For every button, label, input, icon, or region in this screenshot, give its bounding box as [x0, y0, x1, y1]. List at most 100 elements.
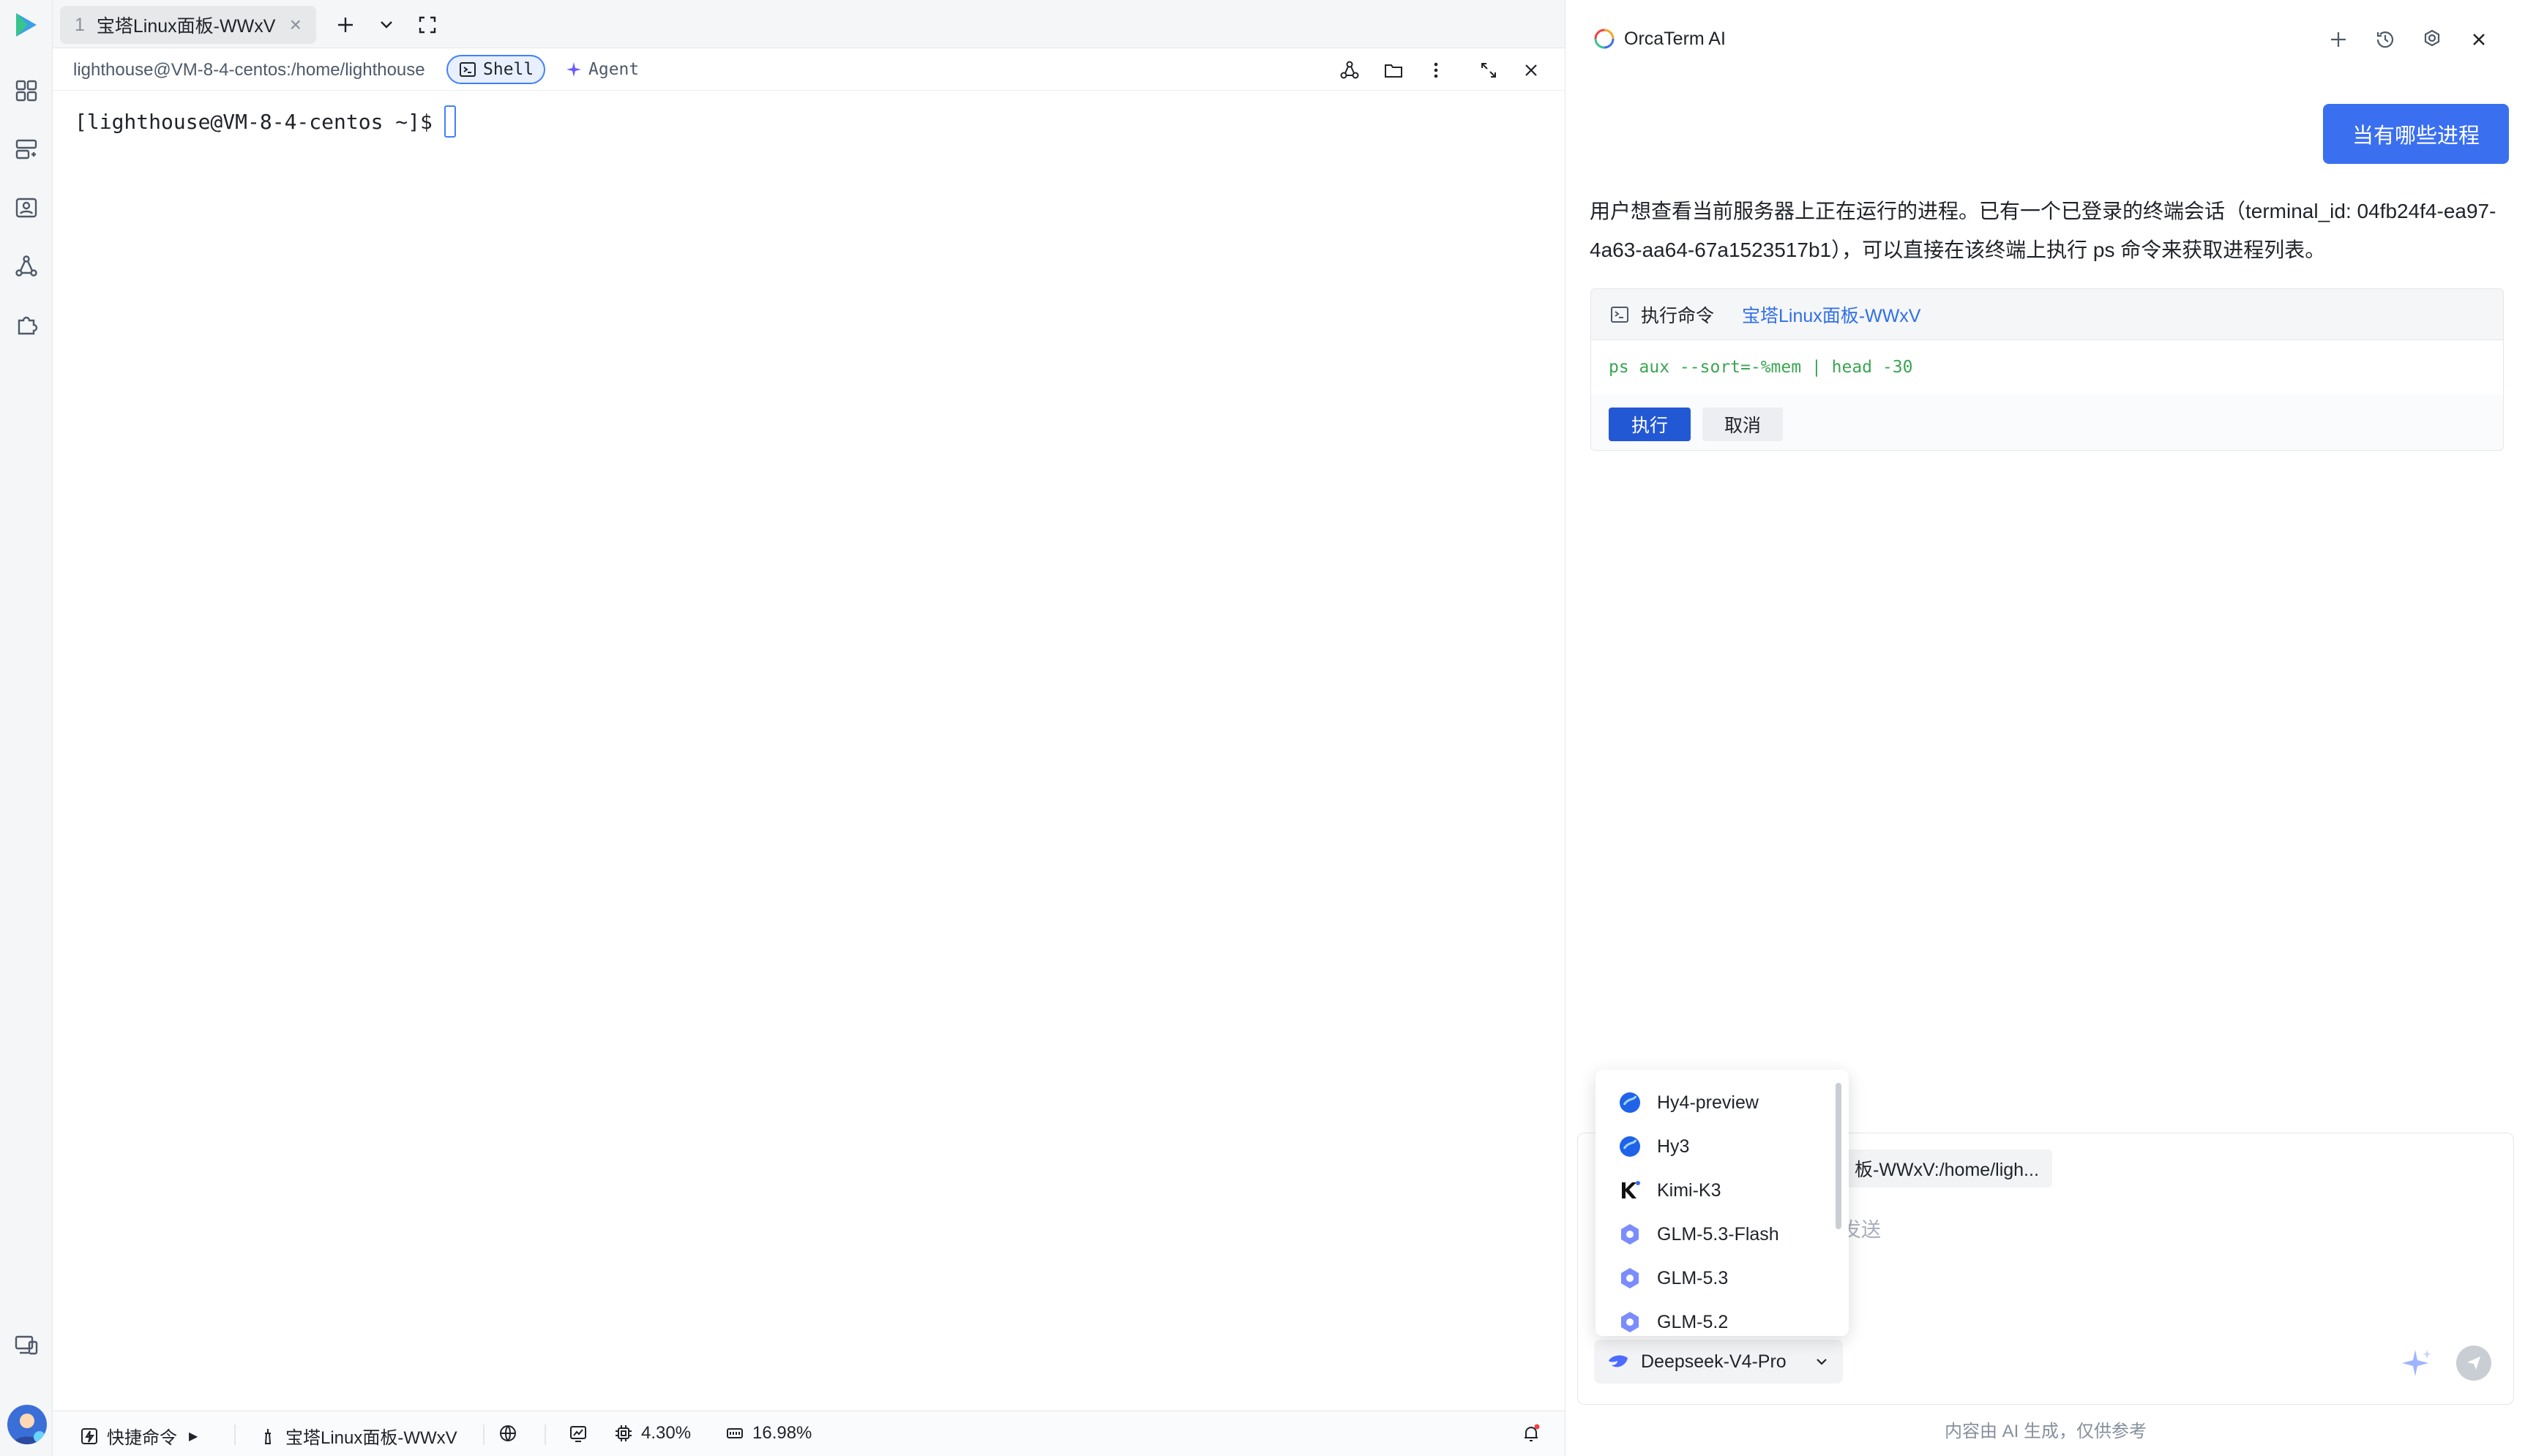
cancel-button[interactable]: 取消: [1702, 408, 1783, 441]
command-code: ps aux --sort=-%mem | head -30: [1591, 340, 2503, 394]
host-label: 宝塔Linux面板-WWxV: [285, 1428, 457, 1448]
terminal-cursor: [444, 105, 456, 138]
terminal-tab[interactable]: 1 宝塔Linux面板-WWxV ×: [60, 6, 316, 44]
bell-icon: [1525, 1424, 1540, 1441]
model-option-label: GLM-5.3-Flash: [1657, 1223, 1779, 1245]
session-toolbar: lighthouse@VM-8-4-centos:/home/lighthous…: [53, 48, 1565, 91]
share-icon[interactable]: [1335, 56, 1364, 85]
divider: [483, 1425, 485, 1445]
shell-label: Shell: [483, 60, 534, 79]
close-icon[interactable]: ×: [290, 13, 302, 37]
close-icon[interactable]: [2464, 25, 2494, 54]
agent-label: Agent: [588, 60, 640, 79]
tab-label: 宝塔Linux面板-WWxV: [96, 16, 276, 37]
host-indicator[interactable]: 宝塔Linux面板-WWxV: [258, 1423, 457, 1449]
deepseek-icon: [1609, 1355, 1628, 1367]
run-button[interactable]: 执行: [1609, 408, 1691, 441]
tab-bar: 1 宝塔Linux面板-WWxV ×: [53, 0, 1565, 48]
monitor-chart-icon[interactable]: [568, 1423, 588, 1444]
quick-commands-label: 快捷命令: [107, 1428, 177, 1448]
sparkle-icon[interactable]: [2399, 1346, 2434, 1381]
memory-indicator[interactable]: 16.98%: [725, 1423, 812, 1444]
command-card-header: 执行命令 宝塔Linux面板-WWxV: [1591, 289, 2503, 340]
chevron-down-icon: [1817, 1359, 1827, 1365]
model-option[interactable]: Hy3: [1617, 1128, 1689, 1165]
settings-icon[interactable]: [2417, 25, 2447, 54]
close-icon[interactable]: [1516, 56, 1546, 85]
left-rail: [0, 0, 53, 1456]
terminal-icon: [1611, 306, 1628, 323]
sparkle-icon: [566, 62, 581, 77]
kimi-icon: [1617, 1178, 1642, 1203]
dashboard-icon[interactable]: [10, 75, 42, 107]
glm-icon: [1617, 1310, 1642, 1335]
send-button[interactable]: [2456, 1346, 2491, 1381]
model-option-label: Kimi-K3: [1657, 1179, 1721, 1201]
cpu-indicator[interactable]: 4.30%: [613, 1423, 691, 1444]
fullscreen-icon[interactable]: [411, 9, 444, 41]
cpu-value: 4.30%: [641, 1423, 692, 1443]
divider: [545, 1425, 546, 1445]
glm-icon: [1617, 1222, 1642, 1247]
server-list-icon[interactable]: [10, 133, 42, 165]
session-path: lighthouse@VM-8-4-centos:/home/lighthous…: [73, 60, 425, 80]
lightning-icon: [81, 1427, 97, 1444]
user-message: 当有哪些进程: [2323, 104, 2510, 164]
ai-response: 用户想查看当前服务器上正在运行的进程。已有一个已登录的终端会话（terminal…: [1590, 200, 2496, 261]
model-option-label: GLM-5.3: [1657, 1267, 1729, 1288]
send-icon: [2467, 1356, 2480, 1370]
cpu-icon: [616, 1425, 632, 1441]
lighthouse-icon: [264, 1428, 272, 1444]
terminal-area[interactable]: [lighthouse@VM-8-4-centos ~]$: [53, 91, 1565, 1411]
globe-icon[interactable]: [498, 1423, 518, 1444]
panel-title: OrcaTerm AI: [1593, 28, 1726, 50]
orcaterm-logo-icon: [1594, 29, 1615, 49]
command-actions: 执行 取消: [1609, 408, 1783, 441]
avatar[interactable]: [7, 1405, 47, 1444]
agent-mode-button[interactable]: Agent: [565, 55, 639, 84]
quick-commands-button[interactable]: 快捷命令 ▶: [79, 1423, 198, 1449]
new-chat-icon[interactable]: [2324, 25, 2353, 54]
model-option[interactable]: GLM-5.3-Flash: [1617, 1216, 1779, 1253]
model-option[interactable]: GLM-5.2: [1617, 1304, 1728, 1336]
storage-icon[interactable]: [10, 192, 42, 224]
terminal-prompt: [lighthouse@VM-8-4-centos ~]$: [75, 105, 456, 138]
device-icon[interactable]: [10, 1329, 42, 1361]
disclaimer: 内容由 AI 生成，仅供参考: [1944, 1422, 2147, 1441]
tab-number: 1: [75, 14, 85, 35]
chevron-down-icon[interactable]: [370, 9, 403, 41]
model-option[interactable]: Hy4-preview: [1617, 1084, 1759, 1121]
model-option-label: GLM-5.2: [1657, 1311, 1729, 1332]
more-icon[interactable]: [1421, 56, 1451, 85]
dropdown-scrollbar[interactable]: [1836, 1083, 1841, 1229]
command-card: 执行命令 宝塔Linux面板-WWxV ps aux --sort=-%mem …: [1590, 288, 2504, 451]
app-logo-icon: [10, 9, 42, 41]
panel-header: OrcaTerm AI: [1566, 0, 2525, 79]
model-option-label: Hy4-preview: [1657, 1092, 1759, 1113]
shell-mode-button[interactable]: Shell: [446, 55, 546, 84]
model-option[interactable]: GLM-5.3: [1617, 1260, 1728, 1296]
context-chip[interactable]: 板-WWxV:/home/ligh...: [1841, 1149, 2052, 1187]
history-icon[interactable]: [2371, 25, 2400, 54]
terminal-icon: [460, 62, 476, 77]
panel-title-text: OrcaTerm AI: [1624, 28, 1726, 49]
model-option-label: Hy3: [1657, 1136, 1690, 1157]
memory-icon: [727, 1428, 743, 1438]
status-bar: 快捷命令 ▶ 宝塔Linux面板-WWxV 4.30% 16.98%: [53, 1411, 1565, 1456]
plugin-icon[interactable]: [10, 309, 42, 341]
memory-value: 16.98%: [752, 1423, 812, 1443]
expand-icon[interactable]: [1474, 56, 1503, 85]
caret-right-icon: ▶: [189, 1430, 198, 1443]
model-select[interactable]: Deepseek-V4-Pro: [1594, 1340, 1843, 1384]
prompt-text: [lighthouse@VM-8-4-centos ~]$: [75, 109, 433, 134]
divider: [234, 1425, 236, 1445]
hunyuan-icon: [1617, 1090, 1642, 1115]
add-tab-icon[interactable]: [329, 9, 362, 41]
notification-bell[interactable]: [1521, 1423, 1541, 1444]
command-card-host-link[interactable]: 宝塔Linux面板-WWxV: [1742, 301, 1920, 328]
folder-icon[interactable]: [1379, 56, 1408, 85]
network-icon[interactable]: [10, 250, 42, 282]
model-dropdown: Hy4-preview Hy3 Kimi-K3 GLM-5.3-Flash GL…: [1596, 1070, 1849, 1336]
model-option[interactable]: Kimi-K3: [1617, 1172, 1721, 1209]
hunyuan-icon: [1617, 1134, 1642, 1159]
